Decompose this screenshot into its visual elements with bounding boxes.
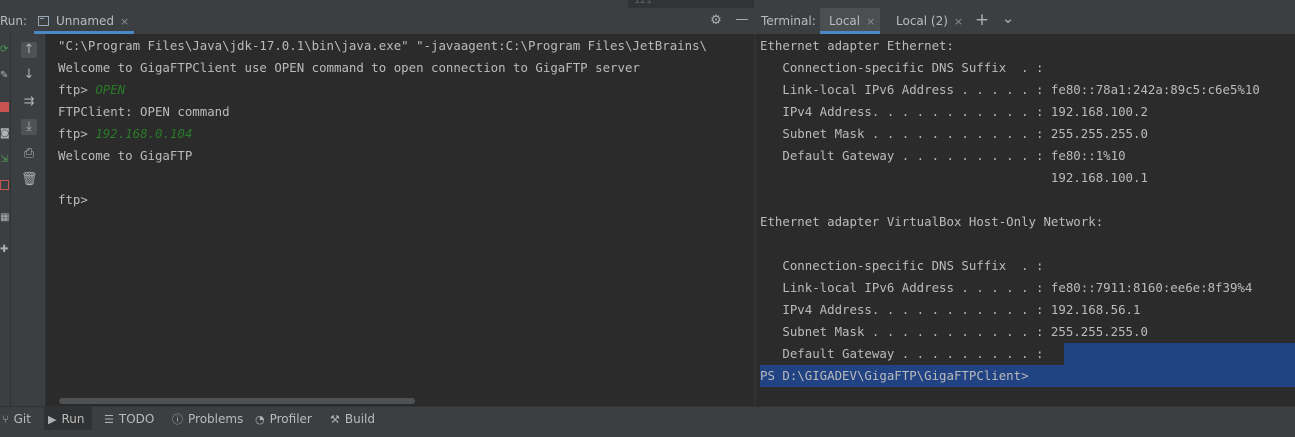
layout-icon[interactable]: ▦	[0, 212, 9, 223]
console-line: ftp> OPEN	[58, 82, 126, 97]
tool-window-bar: ⑂ Git ▶ Run ☰ TODO ⓘ Problems ◔ Profiler ⚒ Bui…	[0, 406, 1295, 431]
build-hammer-icon: ⚒	[330, 413, 340, 426]
tab-local-2-label: Local (2)	[896, 14, 948, 28]
gear-icon[interactable]: ⚙	[708, 13, 724, 29]
scroll-to-end-icon[interactable]: ⤓	[21, 119, 37, 135]
tool-window-header: 121 Run: Unnamed × ⚙ — Terminal: Local × L…	[0, 0, 1295, 34]
selection-highlight	[1064, 343, 1295, 365]
profiler-icon: ◔	[255, 413, 265, 426]
close-icon[interactable]: ×	[120, 15, 129, 28]
console-line: "C:\Program Files\Java\jdk-17.0.1\bin\ja…	[58, 38, 708, 53]
print-icon[interactable]: ⎙	[21, 146, 37, 162]
arrow-down-icon[interactable]: ↓	[21, 67, 37, 83]
close-icon[interactable]: ×	[866, 15, 875, 28]
editor-gutter-fragment: 121	[628, 0, 754, 8]
status-bar	[0, 430, 1295, 437]
console-line: Welcome to GigaFTP	[58, 148, 193, 163]
tool-run[interactable]: ▶ Run	[44, 407, 93, 431]
minimize-icon[interactable]: —	[735, 12, 749, 28]
console-line: ftp> 192.168.0.104	[58, 126, 193, 141]
terminal-line: Connection-specific DNS Suffix . :	[760, 60, 1044, 75]
terminal-line: Connection-specific DNS Suffix . :	[760, 258, 1044, 273]
chevron-down-icon[interactable]: ⌄	[1000, 10, 1016, 26]
run-console-output[interactable]: "C:\Program Files\Java\jdk-17.0.1\bin\ja…	[46, 34, 754, 406]
tab-terminal-local-2[interactable]: Local (2) ×	[888, 8, 968, 34]
tool-problems[interactable]: ⓘ Problems	[172, 407, 243, 431]
console-tab-icon	[38, 16, 49, 26]
terminal-output[interactable]: Ethernet adapter Ethernet: Connection-sp…	[756, 34, 1295, 406]
add-tab-icon[interactable]: +	[974, 12, 990, 29]
record-icon[interactable]	[0, 180, 9, 190]
terminal-line: IPv4 Address. . . . . . . . . . . : 192.…	[760, 104, 1148, 119]
tool-build[interactable]: ⚒ Build	[330, 407, 375, 431]
terminal-line: Subnet Mask . . . . . . . . . . . : 255.…	[760, 324, 1148, 339]
rerun-icon[interactable]: ⟳	[0, 44, 9, 55]
run-panel-label: Run:	[0, 14, 28, 28]
tab-unnamed[interactable]: Unnamed ×	[34, 8, 134, 34]
tool-profiler[interactable]: ◔ Profiler	[255, 407, 312, 431]
user-input: 192.168.0.104	[95, 126, 193, 141]
exit-icon[interactable]: ⇲	[0, 154, 9, 165]
horizontal-scrollbar[interactable]	[59, 398, 415, 404]
terminal-line: Link-local IPv6 Address . . . . . : fe80…	[760, 280, 1253, 295]
terminal-line: 192.168.100.1	[760, 170, 1148, 185]
user-input: OPEN	[95, 82, 126, 97]
soft-wrap-icon[interactable]: ⇉	[21, 94, 37, 110]
editor-line-number: 121	[634, 0, 653, 6]
terminal-line: Ethernet adapter VirtualBox Host-Only Ne…	[760, 214, 1104, 229]
settings-wrench-icon[interactable]: ✎	[0, 70, 9, 81]
console-toolbar: ↑ ↓ ⇉ ⤓ ⎙ 🗑	[11, 34, 46, 406]
console-line: FTPClient: OPEN command	[58, 104, 230, 119]
terminal-line: Default Gateway . . . . . . . . . :	[760, 346, 1044, 361]
terminal-line: Default Gateway . . . . . . . . . : fe80…	[760, 148, 1126, 163]
tab-unnamed-label: Unnamed	[56, 14, 115, 28]
stop-icon[interactable]	[0, 102, 9, 112]
close-icon[interactable]: ×	[954, 15, 963, 28]
run-icon: ▶	[48, 413, 57, 426]
todo-list-icon: ☰	[104, 413, 114, 426]
terminal-panel-label: Terminal:	[761, 14, 816, 28]
terminal-line: Link-local IPv6 Address . . . . . : fe80…	[760, 82, 1260, 97]
tab-terminal-local[interactable]: Local ×	[820, 8, 880, 34]
console-prompt[interactable]: ftp>	[58, 189, 88, 211]
terminal-line: Subnet Mask . . . . . . . . . . . : 255.…	[760, 126, 1148, 141]
git-branch-icon: ⑂	[2, 413, 9, 426]
tool-todo[interactable]: ☰ TODO	[104, 407, 154, 431]
arrow-up-icon[interactable]: ↑	[21, 42, 37, 58]
trash-icon[interactable]: 🗑	[21, 172, 38, 188]
tab-local-label: Local	[829, 14, 861, 28]
terminal-line: Ethernet adapter Ethernet:	[760, 38, 954, 53]
console-line: Welcome to GigaFTPClient use OPEN comman…	[58, 60, 640, 75]
terminal-prompt[interactable]: PS D:\GIGADEV\GigaFTP\GigaFTPClient>	[760, 365, 1029, 387]
terminal-line: IPv4 Address. . . . . . . . . . . : 192.…	[760, 302, 1141, 317]
pin-icon[interactable]: ✚	[0, 244, 9, 255]
camera-icon[interactable]: ◙	[0, 128, 10, 139]
run-actions-strip: ⟳ ✎ ◙ ⇲ ▦ ✚	[0, 34, 11, 406]
tool-git[interactable]: ⑂ Git	[2, 407, 31, 431]
problems-icon: ⓘ	[172, 413, 183, 426]
